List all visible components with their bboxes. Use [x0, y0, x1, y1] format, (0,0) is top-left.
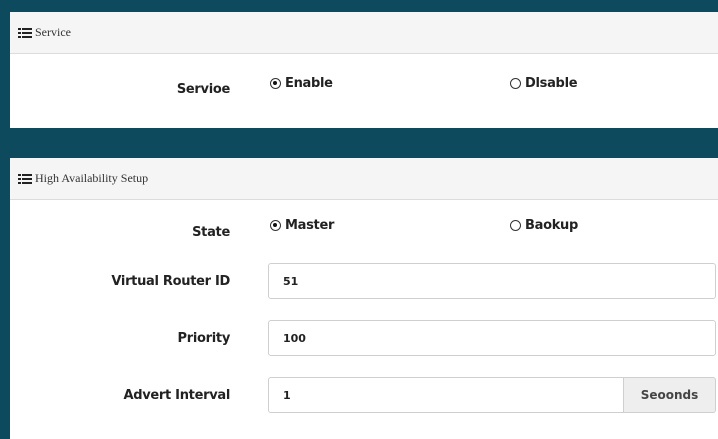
service-label: Servioe	[176, 82, 230, 97]
state-master-label: Master	[285, 218, 335, 233]
advert-label: Advert Interval	[123, 388, 230, 403]
service-enable-radio[interactable]: Enable	[270, 76, 333, 91]
seconds-addon: Seoonds	[624, 377, 716, 413]
service-panel-header: Service	[10, 12, 718, 54]
ha-panel-header: High Availability Setup	[10, 158, 718, 200]
state-label: State	[192, 225, 230, 240]
state-backup-label: Baokup	[525, 218, 579, 233]
state-backup-radio[interactable]: Baokup	[510, 218, 578, 233]
service-enable-label: Enable	[285, 76, 333, 91]
ha-panel: High Availability Setup State Master Bao…	[10, 158, 718, 439]
list-icon	[18, 27, 32, 38]
radio-unselected-icon	[510, 78, 521, 89]
priority-input[interactable]: 100	[268, 320, 716, 356]
ha-panel-title: High Availability Setup	[35, 171, 149, 185]
service-disable-radio[interactable]: Dlsable	[510, 76, 578, 91]
radio-selected-icon	[270, 78, 281, 89]
advert-interval-input[interactable]: 1	[268, 377, 624, 413]
radio-selected-icon	[270, 220, 281, 231]
service-panel-title: Service	[35, 25, 71, 39]
radio-unselected-icon	[510, 220, 521, 231]
list-icon	[18, 173, 32, 184]
vrid-label: Virtual Router ID	[111, 274, 230, 289]
service-disable-label: Dlsable	[525, 76, 578, 91]
vrid-input[interactable]: 51	[268, 263, 716, 299]
priority-label: Priority	[177, 331, 231, 346]
service-panel: Service Servioe Enable Dlsable	[10, 12, 718, 128]
state-master-radio[interactable]: Master	[270, 218, 334, 233]
